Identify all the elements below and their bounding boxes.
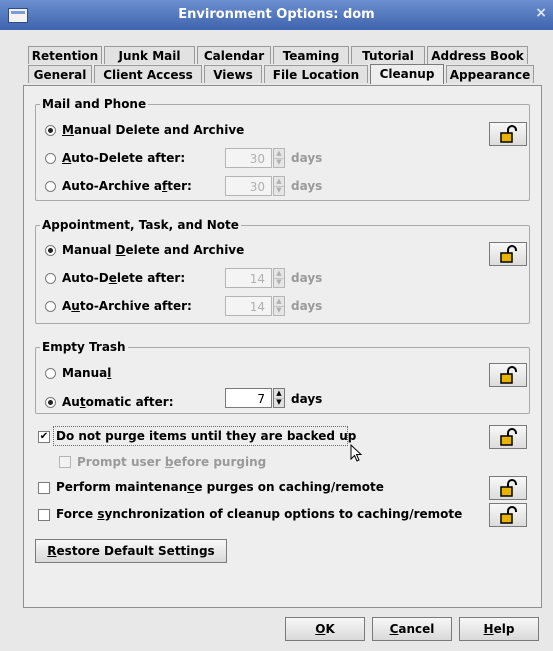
- appt-auto-delete-radio[interactable]: [45, 273, 56, 284]
- appt-auto-archive-label[interactable]: Auto-Archive after:: [62, 299, 192, 313]
- prompt-user-label[interactable]: Prompt user before purging: [77, 455, 266, 469]
- tab-client-access[interactable]: Client Access: [94, 65, 202, 83]
- unlock-icon: [500, 245, 517, 263]
- title-bar[interactable]: Environment Options: dom ×: [0, 0, 553, 30]
- appt-manual-radio[interactable]: [45, 245, 56, 256]
- trash-automatic-unit: days: [291, 392, 323, 406]
- trash-manual-radio[interactable]: [45, 368, 56, 379]
- help-button[interactable]: Help: [459, 617, 539, 641]
- mail-auto-archive-unit: days: [291, 179, 323, 193]
- appt-auto-archive-spinner[interactable]: ▲ ▼: [273, 296, 285, 316]
- unlock-icon: [500, 479, 517, 497]
- appt-auto-delete-unit: days: [291, 271, 323, 285]
- trash-manual-label[interactable]: Manual: [62, 366, 111, 380]
- mail-auto-archive-label[interactable]: Auto-Archive after:: [62, 179, 192, 193]
- empty-trash-legend: Empty Trash: [40, 340, 128, 354]
- spinner-down-icon[interactable]: ▼: [274, 278, 284, 287]
- no-purge-checkbox[interactable]: ✔: [38, 431, 50, 443]
- tab-file-location[interactable]: File Location: [264, 65, 368, 83]
- force-sync-checkbox[interactable]: [38, 509, 50, 521]
- mail-phone-lock-button[interactable]: [489, 122, 527, 146]
- appt-manual-label[interactable]: Manual Delete and Archive: [62, 243, 244, 257]
- appt-auto-archive-radio[interactable]: [45, 301, 56, 312]
- appt-auto-delete-days-input[interactable]: 14: [225, 268, 272, 288]
- mail-auto-archive-radio[interactable]: [45, 181, 56, 192]
- no-purge-lock-button[interactable]: [489, 425, 527, 449]
- appointment-legend: Appointment, Task, and Note: [40, 218, 241, 232]
- mail-auto-delete-radio[interactable]: [45, 153, 56, 164]
- mail-auto-archive-spinner[interactable]: ▲ ▼: [273, 176, 285, 196]
- trash-automatic-label[interactable]: Automatic after:: [62, 395, 174, 409]
- mail-auto-delete-unit: days: [291, 151, 323, 165]
- appt-auto-delete-label[interactable]: Auto-Delete after:: [62, 271, 185, 285]
- mail-manual-radio[interactable]: [45, 125, 56, 136]
- unlock-icon: [500, 125, 517, 143]
- cancel-button[interactable]: Cancel: [372, 617, 452, 641]
- window-title: Environment Options: dom: [178, 7, 375, 22]
- ok-button[interactable]: OK: [285, 617, 365, 641]
- trash-automatic-radio[interactable]: [45, 397, 56, 408]
- force-sync-lock-button[interactable]: [489, 503, 527, 527]
- mail-auto-delete-days-input[interactable]: 30: [225, 148, 272, 168]
- spinner-down-icon[interactable]: ▼: [274, 398, 284, 407]
- prompt-user-checkbox[interactable]: [59, 456, 71, 468]
- mail-phone-legend: Mail and Phone: [40, 97, 149, 111]
- tab-address-book[interactable]: Address Book: [427, 46, 528, 64]
- force-sync-label[interactable]: Force synchronization of cleanup options…: [56, 507, 462, 521]
- appt-auto-archive-days-input[interactable]: 14: [225, 296, 272, 316]
- maintenance-label[interactable]: Perform maintenance purges on caching/re…: [56, 480, 384, 494]
- trash-automatic-days-input[interactable]: 7: [225, 388, 272, 408]
- tab-teaming[interactable]: Teaming: [273, 46, 349, 64]
- tab-tutorial[interactable]: Tutorial: [351, 46, 425, 64]
- tab-retention[interactable]: Retention: [28, 46, 102, 64]
- mouse-pointer-icon: [350, 444, 363, 462]
- spinner-down-icon[interactable]: ▼: [274, 186, 284, 195]
- spinner-down-icon[interactable]: ▼: [274, 306, 284, 315]
- tab-views[interactable]: Views: [204, 65, 262, 83]
- mail-auto-archive-days-input[interactable]: 30: [225, 176, 272, 196]
- appt-auto-delete-spinner[interactable]: ▲ ▼: [273, 268, 285, 288]
- empty-trash-lock-button[interactable]: [489, 363, 527, 387]
- tab-calendar[interactable]: Calendar: [197, 46, 271, 64]
- environment-options-dialog: Environment Options: dom × Retention Jun…: [0, 0, 553, 651]
- unlock-icon: [500, 506, 517, 524]
- mail-auto-delete-spinner[interactable]: ▲ ▼: [273, 148, 285, 168]
- tab-cleanup[interactable]: Cleanup: [370, 64, 444, 84]
- trash-automatic-spinner[interactable]: ▲ ▼: [273, 388, 285, 408]
- spinner-down-icon[interactable]: ▼: [274, 158, 284, 167]
- maintenance-checkbox[interactable]: [38, 482, 50, 494]
- no-purge-label[interactable]: Do not purge items until they are backed…: [56, 429, 356, 443]
- mail-auto-delete-label[interactable]: Auto-Delete after:: [62, 151, 185, 165]
- restore-defaults-button[interactable]: Restore Default Settings: [35, 539, 227, 563]
- unlock-icon: [500, 428, 517, 446]
- tab-appearance[interactable]: Appearance: [446, 65, 534, 83]
- close-icon[interactable]: ×: [535, 5, 547, 21]
- appt-auto-archive-unit: days: [291, 299, 323, 313]
- maintenance-lock-button[interactable]: [489, 476, 527, 500]
- tab-general[interactable]: General: [28, 65, 92, 83]
- unlock-icon: [500, 366, 517, 384]
- mail-manual-label[interactable]: Manual Delete and Archive: [62, 123, 244, 137]
- tab-junk-mail[interactable]: Junk Mail: [104, 46, 195, 64]
- appointment-lock-button[interactable]: [489, 242, 527, 266]
